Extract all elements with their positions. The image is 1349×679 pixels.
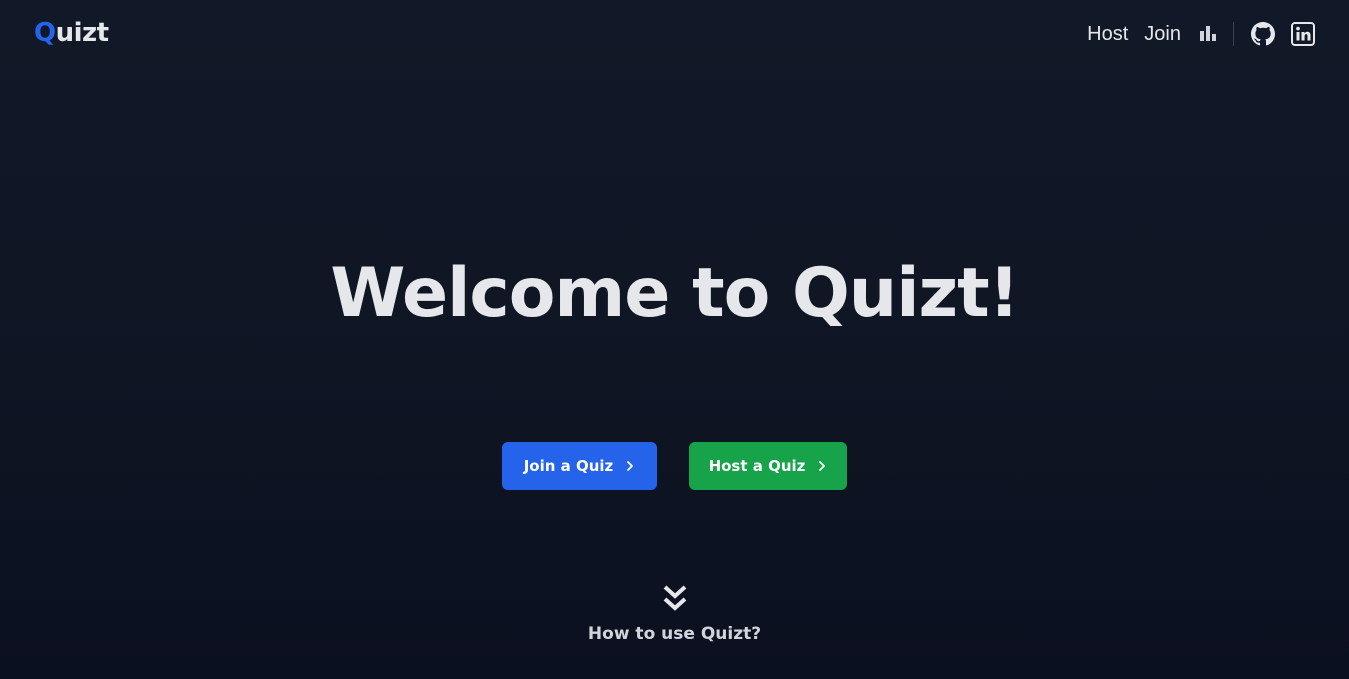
hero-title: Welcome to Quizt!: [330, 254, 1019, 333]
nav-menu: Host Join: [1087, 19, 1315, 49]
linkedin-icon[interactable]: [1291, 22, 1315, 46]
nav-link-host[interactable]: Host: [1087, 23, 1128, 46]
host-quiz-button[interactable]: Host a Quiz: [689, 442, 847, 490]
host-quiz-label: Host a Quiz: [708, 457, 806, 475]
join-quiz-label: Join a Quiz: [523, 457, 614, 475]
nav-link-join[interactable]: Join: [1144, 23, 1181, 46]
chevron-right-icon: [625, 460, 635, 472]
logo[interactable]: Quizt: [34, 16, 109, 50]
logo-letter-q: Q: [34, 18, 56, 48]
how-to-use-label: How to use Quizt?: [587, 624, 762, 644]
bar-chart-icon[interactable]: [1199, 25, 1217, 43]
nav-divider: [1233, 22, 1234, 46]
chevron-right-icon: [817, 460, 827, 472]
join-quiz-button[interactable]: Join a Quiz: [502, 442, 657, 490]
double-chevron-down-icon: [662, 584, 688, 618]
how-to-use-link[interactable]: How to use Quizt?: [0, 584, 1349, 644]
logo-text: uizt: [55, 18, 109, 48]
github-icon[interactable]: [1251, 22, 1275, 46]
navbar: Quizt Host Join: [0, 0, 1349, 68]
